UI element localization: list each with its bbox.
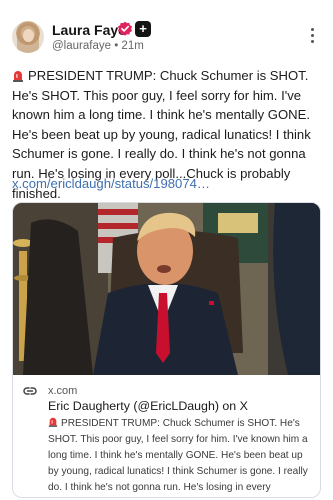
siren-emoji-icon xyxy=(48,417,58,427)
link-preview-body: x.com Eric Daugherty (@EricLDaugh) on X … xyxy=(13,377,320,497)
preview-image xyxy=(13,203,320,375)
verified-badge-icon xyxy=(118,21,132,36)
link-description-block: PRESIDENT TRUMP: Chuck Schumer is SHOT. … xyxy=(48,415,316,495)
post-link[interactable]: x.com/ericldaugh/status/198074… xyxy=(12,176,210,191)
siren-emoji-icon xyxy=(13,71,23,82)
avatar[interactable] xyxy=(12,21,44,53)
post-header: Laura Faye + @laurafaye • 21m xyxy=(0,0,333,62)
link-preview-card[interactable]: x.com Eric Daugherty (@EricLDaugh) on X … xyxy=(12,202,321,498)
link-icon xyxy=(23,387,37,395)
link-title[interactable]: Eric Daugherty (@EricLDaugh) on X xyxy=(48,399,248,413)
author-handle[interactable]: @laurafaye xyxy=(52,40,111,52)
meta-separator: • xyxy=(114,40,119,52)
author-name[interactable]: Laura Faye xyxy=(52,22,126,38)
plus-badge-icon: + xyxy=(135,21,151,37)
author-meta: @laurafaye • 21m xyxy=(52,40,144,52)
post-time[interactable]: 21m xyxy=(121,40,143,52)
more-options-icon[interactable] xyxy=(306,28,318,46)
link-domain: x.com xyxy=(48,385,78,397)
link-description: PRESIDENT TRUMP: Chuck Schumer is SHOT. … xyxy=(48,418,308,493)
